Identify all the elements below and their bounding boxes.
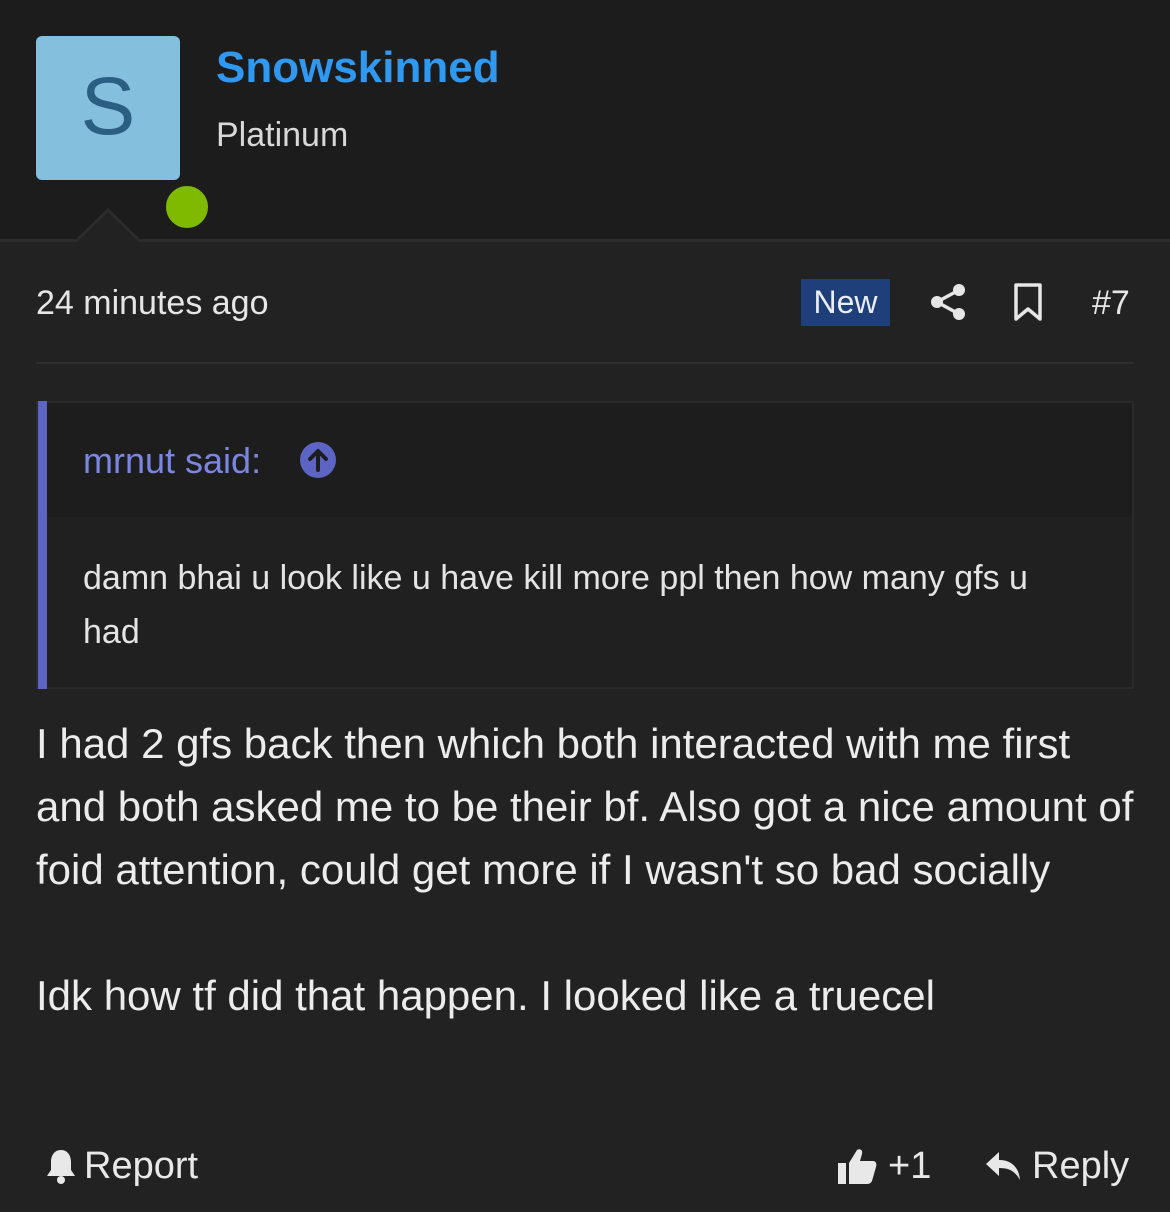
- pointer-arrow-fill: [77, 212, 139, 242]
- reply-label: Reply: [1032, 1144, 1130, 1187]
- report-label: Report: [84, 1144, 199, 1187]
- share-icon[interactable]: [928, 282, 968, 322]
- new-badge: New: [801, 279, 890, 326]
- user-header: S Snowskinned Platinum: [0, 0, 1170, 242]
- bell-icon: [47, 1150, 75, 1184]
- post-number-link[interactable]: #7: [1092, 282, 1130, 324]
- username-link[interactable]: Snowskinned: [216, 42, 500, 94]
- quote-text: damn bhai u look like u have kill more p…: [83, 559, 1028, 651]
- avatar-letter: S: [80, 61, 136, 152]
- like-count: +1: [888, 1144, 932, 1187]
- quote-accent-bar: [38, 401, 47, 689]
- post-timestamp[interactable]: 24 minutes ago: [36, 282, 269, 324]
- report-button[interactable]: Report: [44, 1142, 198, 1190]
- bookmark-icon[interactable]: [1012, 282, 1044, 322]
- like-button[interactable]: +1: [836, 1142, 931, 1190]
- user-title: Platinum: [216, 116, 349, 154]
- post-body: 24 minutes ago New #7 mrnut said: damn b…: [0, 242, 1170, 1212]
- online-status-dot: [160, 180, 214, 234]
- avatar[interactable]: S: [36, 36, 214, 234]
- thumbs-up-icon: [838, 1149, 877, 1184]
- reply-icon: [986, 1152, 1020, 1180]
- quote-block: mrnut said: damn bhai u look like u have…: [36, 401, 1134, 689]
- quote-content: damn bhai u look like u have kill more p…: [47, 517, 1132, 687]
- reply-button[interactable]: Reply: [984, 1142, 1129, 1190]
- quote-author[interactable]: mrnut said:: [83, 439, 261, 483]
- message-paragraph: I had 2 gfs back then which both interac…: [36, 720, 1134, 893]
- meta-divider: [36, 362, 1134, 364]
- arrow-up-circle-icon[interactable]: [299, 441, 337, 479]
- message-body: I had 2 gfs back then which both interac…: [36, 712, 1136, 1027]
- quote-header: mrnut said:: [47, 403, 1132, 517]
- message-paragraph: Idk how tf did that happen. I looked lik…: [36, 972, 935, 1019]
